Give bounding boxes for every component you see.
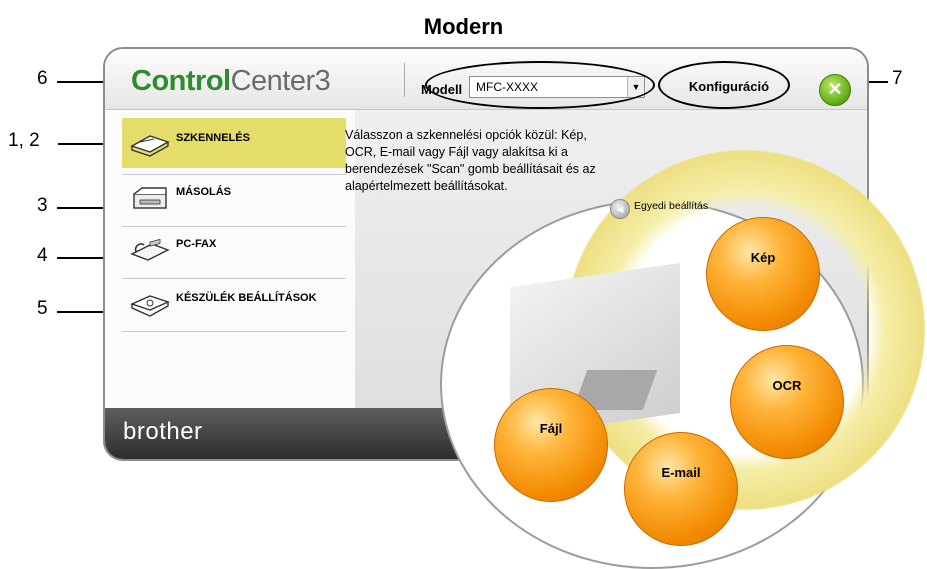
ocr-button-label: OCR	[772, 378, 802, 393]
fajl-button-label: Fájl	[539, 421, 563, 436]
custom-setting-label: Egyedi beállítás	[634, 200, 709, 212]
sidebar-item-label: KÉSZÜLÉK BEÁLLÍTÁSOK	[176, 292, 317, 304]
sidebar-item-label: MÁSOLÁS	[176, 186, 231, 198]
fax-icon	[130, 238, 170, 261]
callout-5: 5	[37, 298, 48, 319]
email-button-label: E-mail	[661, 465, 701, 480]
config-highlight-oval	[658, 61, 790, 109]
sidebar-item-device-settings[interactable]: KÉSZÜLÉK BEÁLLÍTÁSOK	[122, 278, 346, 328]
sidebar-item-scan[interactable]: SZKENNELÉS	[122, 118, 346, 168]
callout-3: 3	[37, 195, 48, 216]
device-settings-icon	[130, 295, 170, 317]
kep-button[interactable]: Kép	[706, 217, 820, 331]
sidebar-item-pcfax[interactable]: PC-FAX	[122, 224, 346, 274]
callout-4: 4	[37, 245, 48, 266]
sidebar-item-label: PC-FAX	[176, 238, 217, 250]
callout-7: 7	[892, 68, 903, 89]
close-icon[interactable]: ✕	[819, 74, 851, 106]
back-arrow-icon[interactable]: ◀	[610, 199, 630, 219]
logo-part-number: 3	[314, 65, 331, 97]
callout-1-2: 1, 2	[8, 130, 40, 151]
ocr-button[interactable]: OCR	[730, 345, 844, 459]
fajl-button[interactable]: Fájl	[494, 388, 608, 502]
titlebar-divider	[404, 63, 405, 97]
email-button[interactable]: E-mail	[624, 432, 738, 546]
callout-6: 6	[37, 68, 48, 89]
logo-part-control: Control	[131, 65, 231, 97]
sidebar-item-copy[interactable]: MÁSOLÁS	[122, 172, 346, 222]
divider	[122, 331, 346, 332]
sidebar-item-label: SZKENNELÉS	[176, 132, 250, 144]
brother-logo: brother	[123, 418, 203, 445]
page-title: Modern	[423, 14, 504, 39]
model-highlight-oval	[425, 61, 655, 109]
scan-description: Válasszon a szkennelési opciók közül: Ké…	[345, 128, 596, 193]
sidebar: SZKENNELÉS MÁSOLÁS PC-FAX KÉSZÜLÉK BEÁLL…	[105, 110, 355, 408]
copier-icon	[133, 187, 167, 209]
controlcenter-logo: ControlCenter3	[131, 65, 331, 98]
kep-button-label: Kép	[750, 250, 776, 265]
logo-part-center: Center	[230, 65, 316, 97]
scanner-icon	[130, 135, 170, 157]
